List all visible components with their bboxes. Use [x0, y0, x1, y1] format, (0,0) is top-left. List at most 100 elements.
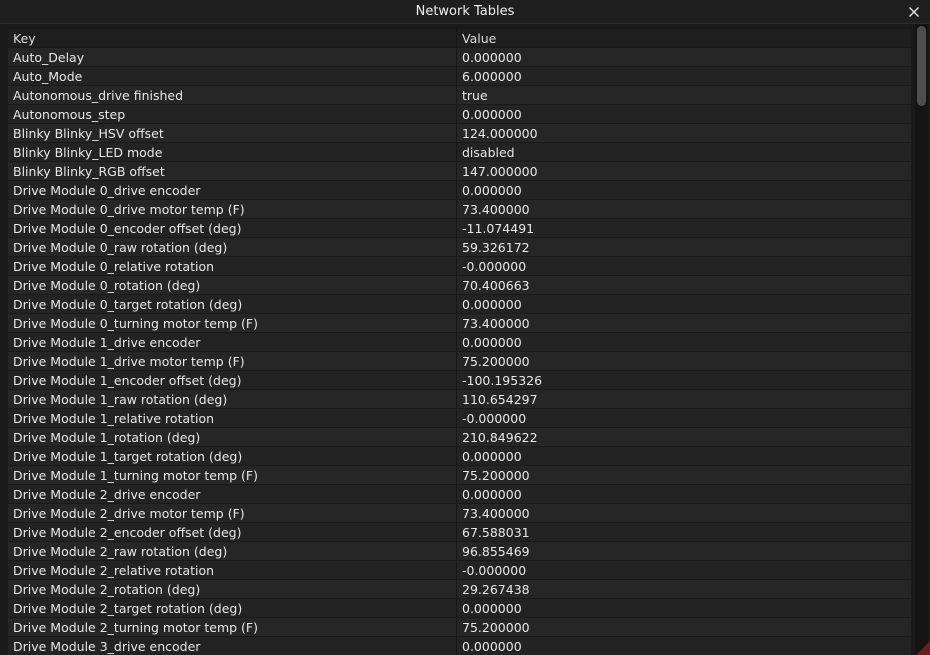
vertical-scrollbar[interactable]: [915, 24, 928, 655]
resize-grip[interactable]: [916, 641, 930, 655]
row-value: 0.000000: [462, 601, 522, 616]
table-row[interactable]: Drive Module 2_relative rotation -0.00000…: [8, 561, 911, 580]
table-row[interactable]: Auto_Delay 0.000000: [8, 48, 911, 67]
table-row[interactable]: Drive Module 0_drive encoder 0.000000: [8, 181, 911, 200]
row-value: 29.267438: [462, 582, 530, 597]
row-key: Drive Module 1_drive motor temp (F): [8, 352, 457, 370]
table-row[interactable]: Drive Module 1_encoder offset (deg) -100.…: [8, 371, 911, 390]
table-row[interactable]: Drive Module 2_rotation (deg) 29.267438: [8, 580, 911, 599]
table-row[interactable]: Drive Module 0_relative rotation -0.00000…: [8, 257, 911, 276]
table-row[interactable]: Drive Module 2_encoder offset (deg) 67.58…: [8, 523, 911, 542]
table-row[interactable]: Drive Module 1_turning motor temp (F) 75.…: [8, 466, 911, 485]
table-row[interactable]: Drive Module 2_turning motor temp (F) 75.…: [8, 618, 911, 637]
table-row[interactable]: Blinky Blinky_HSV offset 124.000000: [8, 124, 911, 143]
close-icon: [909, 7, 919, 17]
row-value: 110.654297: [462, 392, 538, 407]
row-value: 73.400000: [462, 316, 530, 331]
row-key: Drive Module 2_encoder offset (deg): [8, 523, 457, 541]
row-value: -0.000000: [462, 563, 527, 578]
table-row[interactable]: Drive Module 0_turning motor temp (F) 73.…: [8, 314, 911, 333]
row-value: true: [462, 88, 488, 103]
row-key: Autonomous_step: [8, 105, 457, 123]
row-value: 75.200000: [462, 354, 530, 369]
table-row[interactable]: Autonomous_drive finished true: [8, 86, 911, 105]
row-key: Drive Module 1_relative rotation: [8, 409, 457, 427]
table-row[interactable]: Drive Module 2_drive motor temp (F) 73.40…: [8, 504, 911, 523]
row-key: Drive Module 1_encoder offset (deg): [8, 371, 457, 389]
row-key: Drive Module 1_drive encoder: [8, 333, 457, 351]
table-row[interactable]: Drive Module 0_drive motor temp (F) 73.40…: [8, 200, 911, 219]
row-key: Blinky Blinky_LED mode: [8, 143, 457, 161]
row-value: disabled: [462, 145, 515, 160]
row-key: Drive Module 0_target rotation (deg): [8, 295, 457, 313]
table-row[interactable]: Drive Module 2_target rotation (deg) 0.00…: [8, 599, 911, 618]
table-row[interactable]: Drive Module 0_raw rotation (deg) 59.3261…: [8, 238, 911, 257]
row-key: Drive Module 1_target rotation (deg): [8, 447, 457, 465]
row-value: 210.849622: [462, 430, 538, 445]
table-row[interactable]: Drive Module 0_rotation (deg) 70.400663: [8, 276, 911, 295]
row-value: 6.000000: [462, 69, 522, 84]
row-value: -100.195326: [462, 373, 543, 388]
table-row[interactable]: Drive Module 1_raw rotation (deg) 110.654…: [8, 390, 911, 409]
row-value: 75.200000: [462, 620, 530, 635]
column-header-key[interactable]: Key: [8, 29, 457, 47]
row-key: Auto_Delay: [8, 48, 457, 66]
table-row[interactable]: Autonomous_step 0.000000: [8, 105, 911, 124]
table-row[interactable]: Drive Module 1_drive encoder 0.000000: [8, 333, 911, 352]
row-key: Drive Module 0_raw rotation (deg): [8, 238, 457, 256]
row-value: 59.326172: [462, 240, 530, 255]
table-row[interactable]: Drive Module 2_raw rotation (deg) 96.8554…: [8, 542, 911, 561]
row-key: Drive Module 2_turning motor temp (F): [8, 618, 457, 636]
table-row[interactable]: Drive Module 2_drive encoder 0.000000: [8, 485, 911, 504]
row-value: -0.000000: [462, 411, 527, 426]
row-key: Drive Module 0_drive encoder: [8, 181, 457, 199]
row-key: Drive Module 2_relative rotation: [8, 561, 457, 579]
table-row[interactable]: Blinky Blinky_RGB offset 147.000000: [8, 162, 911, 181]
row-value: 124.000000: [462, 126, 538, 141]
row-key: Drive Module 0_drive motor temp (F): [8, 200, 457, 218]
table-row[interactable]: Drive Module 3_drive encoder 0.000000: [8, 637, 911, 655]
row-key: Blinky Blinky_RGB offset: [8, 162, 457, 180]
row-key: Drive Module 1_rotation (deg): [8, 428, 457, 446]
row-key: Blinky Blinky_HSV offset: [8, 124, 457, 142]
row-key: Autonomous_drive finished: [8, 86, 457, 104]
network-table: Key Value Auto_Delay 0.000000 Auto_Mode 6.0…: [8, 29, 911, 655]
row-key: Drive Module 0_relative rotation: [8, 257, 457, 275]
row-key: Drive Module 2_drive encoder: [8, 485, 457, 503]
table-row[interactable]: Drive Module 1_relative rotation -0.00000…: [8, 409, 911, 428]
row-value: 0.000000: [462, 335, 522, 350]
row-key: Drive Module 0_turning motor temp (F): [8, 314, 457, 332]
table-row[interactable]: Auto_Mode 6.000000: [8, 67, 911, 86]
row-value: 0.000000: [462, 639, 522, 654]
row-key: Drive Module 0_rotation (deg): [8, 276, 457, 294]
row-value: 0.000000: [462, 297, 522, 312]
row-value: -0.000000: [462, 259, 527, 274]
row-value: 0.000000: [462, 50, 522, 65]
title-bar: Network Tables: [0, 0, 930, 24]
table-row[interactable]: Drive Module 1_drive motor temp (F) 75.20…: [8, 352, 911, 371]
row-key: Drive Module 0_encoder offset (deg): [8, 219, 457, 237]
table-body: Auto_Delay 0.000000 Auto_Mode 6.000000 Auton…: [8, 48, 911, 655]
table-row[interactable]: Blinky Blinky_LED mode disabled: [8, 143, 911, 162]
row-value: 0.000000: [462, 183, 522, 198]
close-button[interactable]: [904, 2, 924, 22]
row-key: Drive Module 1_turning motor temp (F): [8, 466, 457, 484]
row-value: 70.400663: [462, 278, 530, 293]
row-key: Drive Module 2_raw rotation (deg): [8, 542, 457, 560]
row-value: 96.855469: [462, 544, 530, 559]
row-key: Drive Module 2_drive motor temp (F): [8, 504, 457, 522]
table-row[interactable]: Drive Module 0_encoder offset (deg) -11.0…: [8, 219, 911, 238]
row-key: Drive Module 2_target rotation (deg): [8, 599, 457, 617]
table-header: Key Value: [8, 29, 911, 48]
row-value: 73.400000: [462, 202, 530, 217]
scrollbar-thumb[interactable]: [917, 26, 926, 106]
table-row[interactable]: Drive Module 0_target rotation (deg) 0.00…: [8, 295, 911, 314]
row-value: 147.000000: [462, 164, 538, 179]
row-value: 67.588031: [462, 525, 530, 540]
column-header-value[interactable]: Value: [457, 29, 911, 47]
table-row[interactable]: Drive Module 1_rotation (deg) 210.849622: [8, 428, 911, 447]
table-row[interactable]: Drive Module 1_target rotation (deg) 0.00…: [8, 447, 911, 466]
row-value: 0.000000: [462, 449, 522, 464]
window-title: Network Tables: [415, 4, 515, 19]
row-value: 73.400000: [462, 506, 530, 521]
